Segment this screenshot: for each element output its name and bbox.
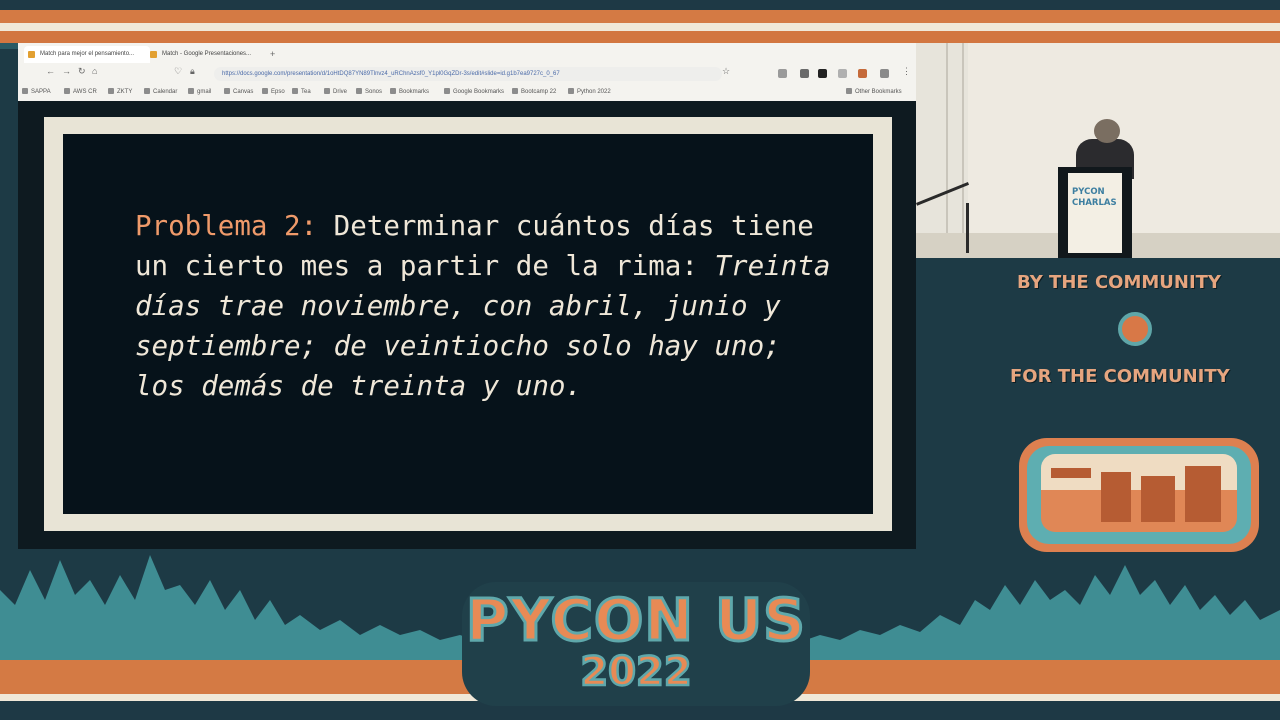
address-bar[interactable]: https://docs.google.com/presentation/d/1… (214, 67, 722, 81)
browser-tab-active[interactable]: Match para mejor el pensamiento... (24, 46, 150, 63)
speaker-head (1094, 119, 1120, 143)
top-stripe-cream (0, 23, 1280, 31)
other-bookmarks[interactable]: Other Bookmarks (846, 84, 902, 100)
bookmark-item[interactable]: Google Bookmarks (444, 84, 504, 100)
divider-dot (1118, 312, 1152, 346)
badge-stroke (1101, 472, 1131, 522)
bookmark-item[interactable]: ZKTY (108, 84, 132, 100)
top-stripe-orange (0, 10, 1280, 23)
slides-favicon-icon (150, 51, 157, 58)
lock-icon: 🔒︎ (190, 66, 195, 76)
extension-icon[interactable] (800, 69, 809, 78)
slide-body-text: Problema 2: Determinar cuántos días tien… (135, 206, 835, 406)
bookmarks-bar: SAPPA AWS CR ZKTY Calendar gmail Canvas … (18, 84, 916, 100)
stream-frame: Match para mejor el pensamiento... Match… (0, 0, 1280, 720)
slide-problem-label: Problema 2: (135, 210, 318, 242)
badge-stroke (1141, 476, 1175, 522)
stage-wall (916, 43, 968, 258)
bookmark-item[interactable]: Epso (262, 84, 285, 100)
bookmark-item[interactable]: AWS CR (64, 84, 97, 100)
bookmark-item[interactable]: Tea (292, 84, 311, 100)
stage-pillar (946, 43, 948, 258)
extension-icon[interactable] (880, 69, 889, 78)
bookmark-heart-icon[interactable]: ♡ (174, 66, 182, 77)
reload-icon[interactable]: ↻ (78, 66, 86, 77)
new-tab-plus-icon[interactable]: + (270, 46, 275, 63)
extension-icon[interactable] (818, 69, 827, 78)
forward-arrow-icon[interactable]: → (62, 66, 71, 76)
bookmark-item[interactable]: Bootcamp 22 (512, 84, 556, 100)
bookmark-item[interactable]: Canvas (224, 84, 253, 100)
bookmark-item[interactable]: gmail (188, 84, 211, 100)
bookmark-item[interactable]: Bookmarks (390, 84, 429, 100)
podium-sign: PYCON CHARLAS (1068, 173, 1122, 253)
badge-stroke (1051, 468, 1091, 478)
slide: Problema 2: Determinar cuántos días tien… (63, 134, 873, 514)
badge-stroke (1185, 466, 1221, 522)
bookmark-item[interactable]: SAPPA (22, 84, 51, 100)
top-stripe-orange-2 (0, 31, 1280, 43)
podium: PYCON CHARLAS (1058, 167, 1132, 258)
menu-icon[interactable]: ⋮ (902, 66, 911, 77)
bookmark-item[interactable]: Drive (324, 84, 347, 100)
event-logo-title: PYCON US (465, 585, 807, 656)
tagline-bottom: FOR THE COMMUNITY (1010, 366, 1230, 387)
badge-inner (1027, 446, 1251, 544)
stage-pillar (962, 43, 964, 258)
navigation-toolbar: ← → ↻ ⌂ ♡ 🔒︎ https://docs.google.com/pre… (18, 64, 916, 84)
stage-railing-post (966, 203, 969, 253)
extension-icon[interactable] (838, 69, 847, 78)
tagline-top: BY THE COMMUNITY (1017, 272, 1221, 293)
tab-label: Match para mejor el pensamiento... (40, 51, 135, 57)
star-icon[interactable]: ☆ (722, 66, 730, 77)
tab-label: Match - Google Presentaciones... (162, 51, 252, 57)
event-logo-year: 2022 (579, 648, 693, 697)
speaker-video: PYCON CHARLAS (916, 43, 1280, 258)
slides-favicon-icon (28, 51, 35, 58)
bookmark-item[interactable]: Calendar (144, 84, 177, 100)
bookmark-item[interactable]: Sonos (356, 84, 382, 100)
home-icon[interactable]: ⌂ (92, 66, 97, 76)
extension-icon[interactable] (858, 69, 867, 78)
bookmark-item[interactable]: Python 2022 (568, 84, 611, 100)
top-stripe-dark (0, 0, 1280, 10)
browser-tab[interactable]: Match - Google Presentaciones... (146, 46, 272, 63)
podium-label: PYCON CHARLAS (1072, 187, 1117, 208)
back-arrow-icon[interactable]: ← (46, 66, 55, 76)
extension-icon[interactable] (778, 69, 787, 78)
mountain-badge-logo (1019, 438, 1259, 552)
browser-window: Match para mejor el pensamiento... Match… (18, 43, 916, 102)
